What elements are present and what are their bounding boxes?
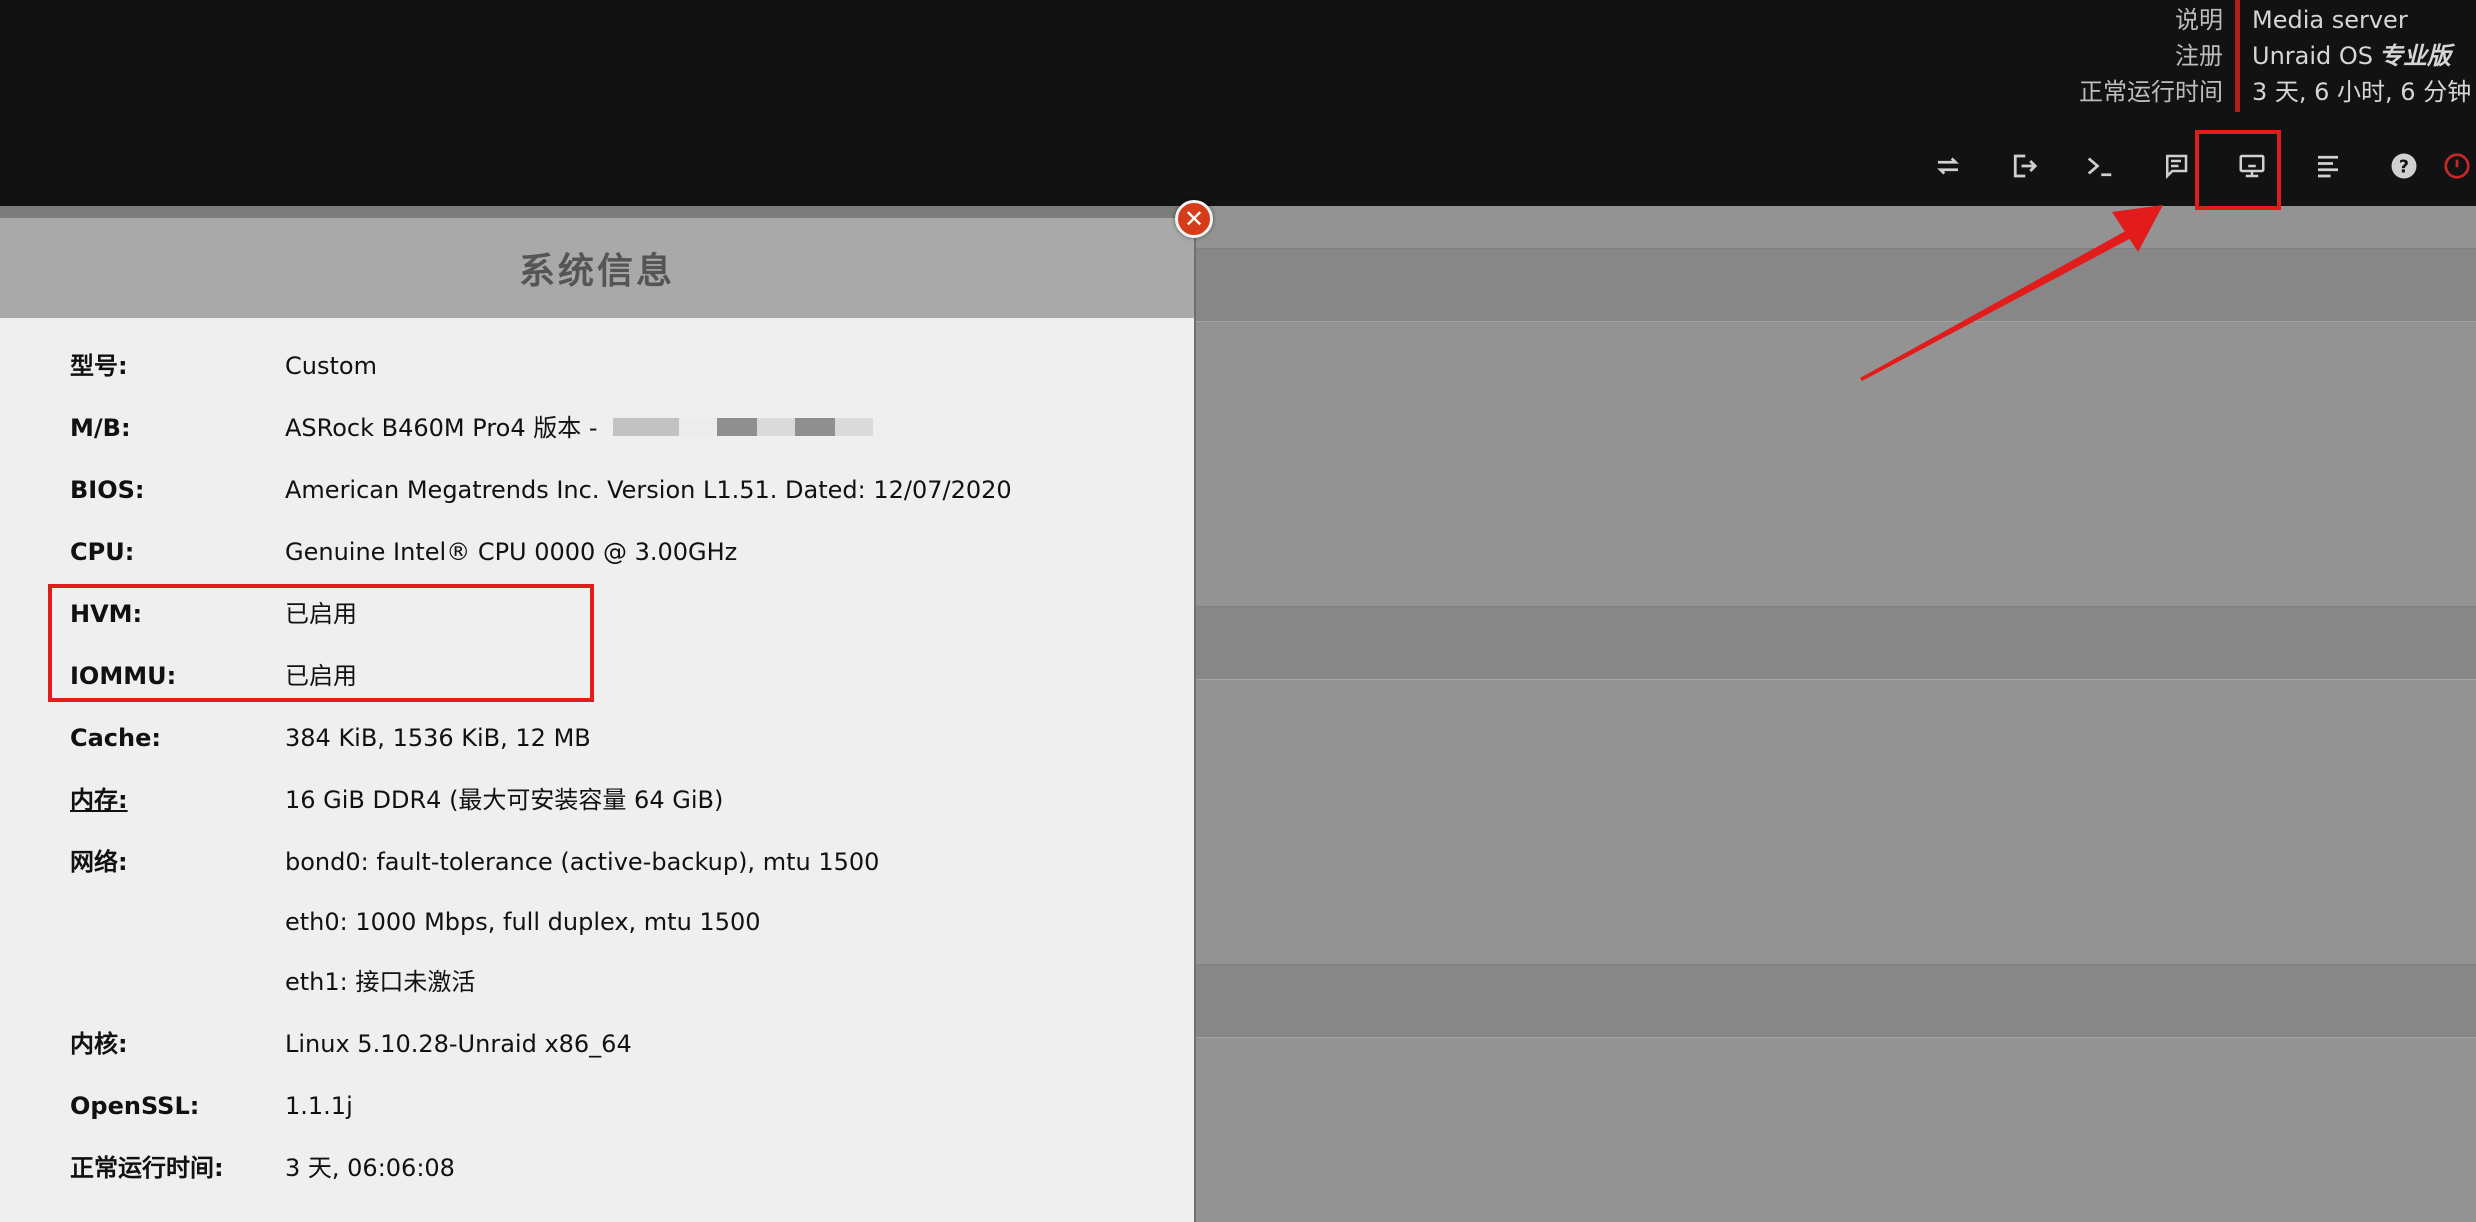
- arrow-head: [2112, 205, 2163, 252]
- redacted-version: [835, 418, 874, 436]
- power-icon: [2444, 153, 2470, 179]
- row-value: Linux 5.10.28-Unraid x86_64: [285, 1030, 632, 1058]
- uptime-label: 正常运行时间: [2079, 78, 2223, 106]
- background-stripe: [1196, 964, 2476, 1038]
- description-label: 说明: [2175, 6, 2223, 34]
- row-label: 内核:: [70, 1030, 128, 1058]
- redacted-version: [613, 418, 680, 436]
- redacted-version: [757, 418, 796, 436]
- help-icon: ?: [2391, 153, 2417, 179]
- redacted-version: [795, 418, 836, 436]
- svg-text:?: ?: [2399, 157, 2409, 177]
- row-label: 正常运行时间:: [70, 1154, 224, 1182]
- server-info-values: Media server Unraid OS 专业版 3 天, 6 小时, 6 分…: [2235, 0, 2476, 112]
- dialog-header: 系统信息: [0, 218, 1194, 318]
- row-value: 1.1.1j: [285, 1092, 353, 1120]
- background-stripe: [1196, 606, 2476, 680]
- power-button[interactable]: [2442, 141, 2476, 191]
- os-edition: 专业版: [2379, 42, 2452, 70]
- row-label: 网络:: [70, 848, 128, 876]
- switch-icon: [1937, 157, 1959, 175]
- logout-icon: [2013, 154, 2038, 178]
- row-label: Cache:: [70, 724, 161, 752]
- memory-link[interactable]: 内存:: [70, 780, 128, 820]
- top-header: 说明 注册 正常运行时间 Media server Unraid OS 专业版 3…: [0, 0, 2476, 206]
- redacted-version: [679, 418, 718, 436]
- feedback-icon: [2166, 154, 2188, 180]
- server-info: 说明 注册 正常运行时间 Media server Unraid OS 专业版 3…: [2079, 0, 2476, 112]
- row-value: 3 天, 06:06:08: [285, 1154, 455, 1182]
- uptime-value: 3 天, 6 小时, 6 分钟: [2252, 78, 2472, 106]
- terminal-icon: [2087, 157, 2112, 177]
- row-value: 16 GiB DDR4 (最大可安装容量 64 GiB): [285, 786, 724, 814]
- switch-button[interactable]: [1910, 141, 1986, 191]
- row-label: CPU:: [70, 538, 135, 566]
- row-value: bond0: fault-tolerance (active-backup), …: [285, 848, 880, 876]
- row-label: BIOS:: [70, 476, 145, 504]
- log-icon: [2318, 155, 2338, 178]
- row-value-wrap: ASRock B460M Pro4 版本 -: [285, 408, 874, 448]
- server-info-labels: 说明 注册 正常运行时间: [2079, 0, 2235, 112]
- dialog-title: 系统信息: [518, 251, 675, 292]
- row-label: OpenSSL:: [70, 1092, 200, 1120]
- registration-label: 注册: [2175, 42, 2223, 70]
- redacted-version: [717, 418, 758, 436]
- background-stripe: [1196, 248, 2476, 322]
- server-name: Media server: [2252, 6, 2408, 34]
- terminal-button[interactable]: [2062, 141, 2138, 191]
- close-button[interactable]: ✕: [1175, 200, 1213, 238]
- row-value: ASRock B460M Pro4 版本 -: [285, 414, 598, 442]
- toolbar: ?: [1910, 141, 2476, 191]
- os-name: Unraid OS: [2252, 42, 2374, 70]
- close-icon: ✕: [1183, 205, 1205, 233]
- row-value: eth0: 1000 Mbps, full duplex, mtu 1500: [285, 908, 761, 936]
- row-value: Genuine Intel® CPU 0000 @ 3.00GHz: [285, 538, 738, 566]
- dialog-shadow: [0, 206, 1194, 218]
- row-value: American Megatrends Inc. Version L1.51. …: [285, 476, 1012, 504]
- row-value: 384 KiB, 1536 KiB, 12 MB: [285, 724, 591, 752]
- system-info-dialog: 系统信息: [0, 218, 1196, 1222]
- os-version: Unraid OS 专业版: [2252, 38, 2476, 74]
- row-value: Custom: [285, 352, 377, 380]
- annotation-highlight-toolbar: [2195, 130, 2281, 210]
- row-label: M/B:: [70, 414, 131, 442]
- row-value: eth1: 接口未激活: [285, 968, 476, 996]
- logout-button[interactable]: [1986, 141, 2062, 191]
- annotation-highlight-rows: [48, 584, 594, 702]
- log-button[interactable]: [2290, 141, 2366, 191]
- row-label: 型号:: [70, 352, 128, 380]
- help-button[interactable]: ?: [2366, 141, 2442, 191]
